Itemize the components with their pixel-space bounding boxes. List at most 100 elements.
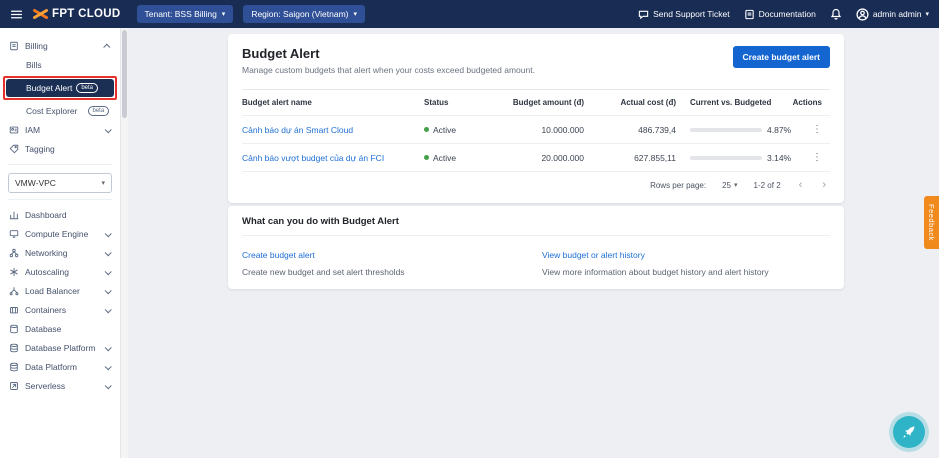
feedback-tab[interactable]: Feedback [924, 196, 939, 249]
sidebar-item-label: Containers [25, 305, 67, 315]
sidebar-item-tagging[interactable]: Tagging [0, 140, 120, 158]
table-row: Cảnh báo vượt budget của dự án FCI Activ… [242, 144, 830, 172]
main-content: Budget Alert Manage custom budgets that … [128, 28, 939, 458]
database-platform-icon [8, 343, 19, 353]
budget-alert-link[interactable]: Cảnh báo dự án Smart Cloud [242, 125, 353, 135]
progress-percent: 3.14% [767, 152, 792, 163]
user-avatar-icon [856, 7, 869, 21]
autoscaling-icon [8, 267, 19, 277]
sidebar-item-database[interactable]: Database [0, 320, 120, 338]
sidebar-item-label: Serverless [25, 381, 66, 391]
column-header-status: Status [424, 98, 449, 107]
billing-icon [8, 41, 19, 51]
help-title: What can you do with Budget Alert [242, 216, 830, 236]
topbar: FPT CLOUD Tenant: BSS Billing ▾ Region: … [0, 0, 939, 28]
user-menu[interactable]: admin admin ▾ [856, 7, 929, 21]
create-budget-alert-link[interactable]: Create budget alert [242, 250, 315, 260]
tenant-label: Tenant: BSS Billing [144, 9, 217, 19]
rows-per-page-select[interactable]: 25 ▾ [722, 181, 737, 190]
sidebar-item-serverless[interactable]: Serverless [0, 377, 120, 395]
budget-alert-card: Budget Alert Manage custom budgets that … [228, 34, 844, 203]
database-icon [8, 324, 19, 334]
documentation-icon [744, 9, 755, 20]
create-budget-alert-button[interactable]: Create budget alert [732, 46, 830, 68]
rows-per-page-value: 25 [722, 181, 731, 190]
data-platform-icon [8, 362, 19, 372]
sidebar-item-database-platform[interactable]: Database Platform [0, 339, 120, 357]
sidebar-item-cost-explorer[interactable]: Cost Explorer beta [0, 102, 120, 120]
sidebar-item-iam[interactable]: IAM [0, 121, 120, 139]
send-support-ticket-button[interactable]: Send Support Ticket [638, 9, 730, 20]
view-budget-history-link[interactable]: View budget or alert history [542, 250, 645, 260]
documentation-label: Documentation [758, 9, 816, 19]
sidebar-item-autoscaling[interactable]: Autoscaling [0, 263, 120, 281]
beta-badge: beta [76, 83, 98, 93]
help-card: What can you do with Budget Alert Create… [228, 206, 844, 289]
sidebar-item-containers[interactable]: Containers [0, 301, 120, 319]
sidebar-item-label: IAM [25, 125, 41, 135]
region-label: Region: Saigon (Vietnam) [251, 9, 349, 19]
page-title: Budget Alert [242, 46, 320, 61]
support-chat-button[interactable] [893, 416, 925, 448]
documentation-button[interactable]: Documentation [744, 9, 816, 20]
chevron-down-icon: ▾ [925, 10, 929, 18]
annotation-highlight-box: Budget Alert beta [3, 76, 117, 100]
pagination-range: 1-2 of 2 [753, 181, 781, 190]
vpc-select[interactable]: VMW-VPC ▾ [8, 173, 112, 193]
previous-page-button[interactable]: ‹ [797, 180, 805, 191]
column-header-current: Current vs. Budgeted [690, 98, 772, 107]
load-balancer-icon [8, 286, 19, 296]
serverless-icon [8, 381, 19, 391]
sidebar-item-networking[interactable]: Networking [0, 244, 120, 262]
sidebar-item-dashboard[interactable]: Dashboard [0, 206, 120, 224]
budget-amount: 20.000.000 [541, 152, 584, 163]
iam-icon [8, 125, 19, 135]
hamburger-menu-icon[interactable] [10, 8, 23, 21]
progress-bar-track [690, 155, 762, 160]
chevron-down-icon: ▾ [734, 182, 738, 189]
sidebar-item-label: Dashboard [25, 210, 67, 220]
chevron-down-icon [104, 305, 112, 313]
sidebar-item-label: Tagging [25, 144, 55, 154]
chevron-down-icon [104, 381, 112, 389]
column-header-actual: Actual cost (đ) [620, 98, 676, 107]
sidebar-item-label: Networking [25, 248, 68, 258]
sidebar-item-billing[interactable]: Billing [0, 37, 120, 55]
notifications-bell-icon[interactable] [830, 8, 842, 20]
status-label: Active [433, 152, 457, 163]
budget-alert-link[interactable]: Cảnh báo vượt budget của dự án FCI [242, 153, 384, 163]
region-selector[interactable]: Region: Saigon (Vietnam) ▾ [243, 5, 366, 23]
progress-bar-track [690, 127, 762, 132]
sidebar-item-data-platform[interactable]: Data Platform [0, 358, 120, 376]
support-label: Send Support Ticket [653, 9, 730, 19]
row-actions-kebab-icon[interactable]: ⋮ [812, 124, 822, 135]
sidebar-item-label: Autoscaling [25, 267, 69, 277]
sidebar-item-budget-alert[interactable]: Budget Alert beta [6, 79, 114, 97]
table-row: Cảnh báo dự án Smart Cloud Active 10.000… [242, 116, 830, 144]
next-page-button[interactable]: › [820, 180, 828, 191]
tenant-selector[interactable]: Tenant: BSS Billing ▾ [136, 5, 234, 23]
sidebar-item-load-balancer[interactable]: Load Balancer [0, 282, 120, 300]
budget-alert-table: Budget alert name Status Budget amount (… [242, 89, 830, 172]
user-name-label: admin admin [872, 9, 922, 19]
chevron-down-icon [104, 125, 112, 133]
tagging-icon [8, 144, 19, 154]
chevron-down-icon: ▾ [353, 10, 358, 18]
networking-icon [8, 248, 19, 258]
sidebar-item-bills[interactable]: Bills [0, 56, 120, 74]
row-actions-kebab-icon[interactable]: ⋮ [812, 152, 822, 163]
column-header-actions: Actions [792, 98, 822, 107]
sidebar-item-compute-engine[interactable]: Compute Engine [0, 225, 120, 243]
fpt-cloud-logo: FPT CLOUD [33, 8, 121, 20]
help-description: View more information about budget histo… [542, 267, 769, 277]
sidebar-item-label: Data Platform [25, 362, 77, 372]
sidebar-item-label: Database [25, 324, 62, 334]
page-subtitle: Manage custom budgets that alert when yo… [242, 65, 535, 75]
chevron-down-icon: ▾ [101, 179, 105, 187]
actual-cost: 486.739,4 [638, 124, 676, 135]
sidebar-divider [8, 199, 112, 200]
sidebar-item-label: Cost Explorer [26, 106, 78, 116]
sidebar-item-label: Load Balancer [25, 286, 80, 296]
column-header-budget: Budget amount (đ) [512, 98, 584, 107]
scrollbar-thumb[interactable] [122, 30, 127, 118]
